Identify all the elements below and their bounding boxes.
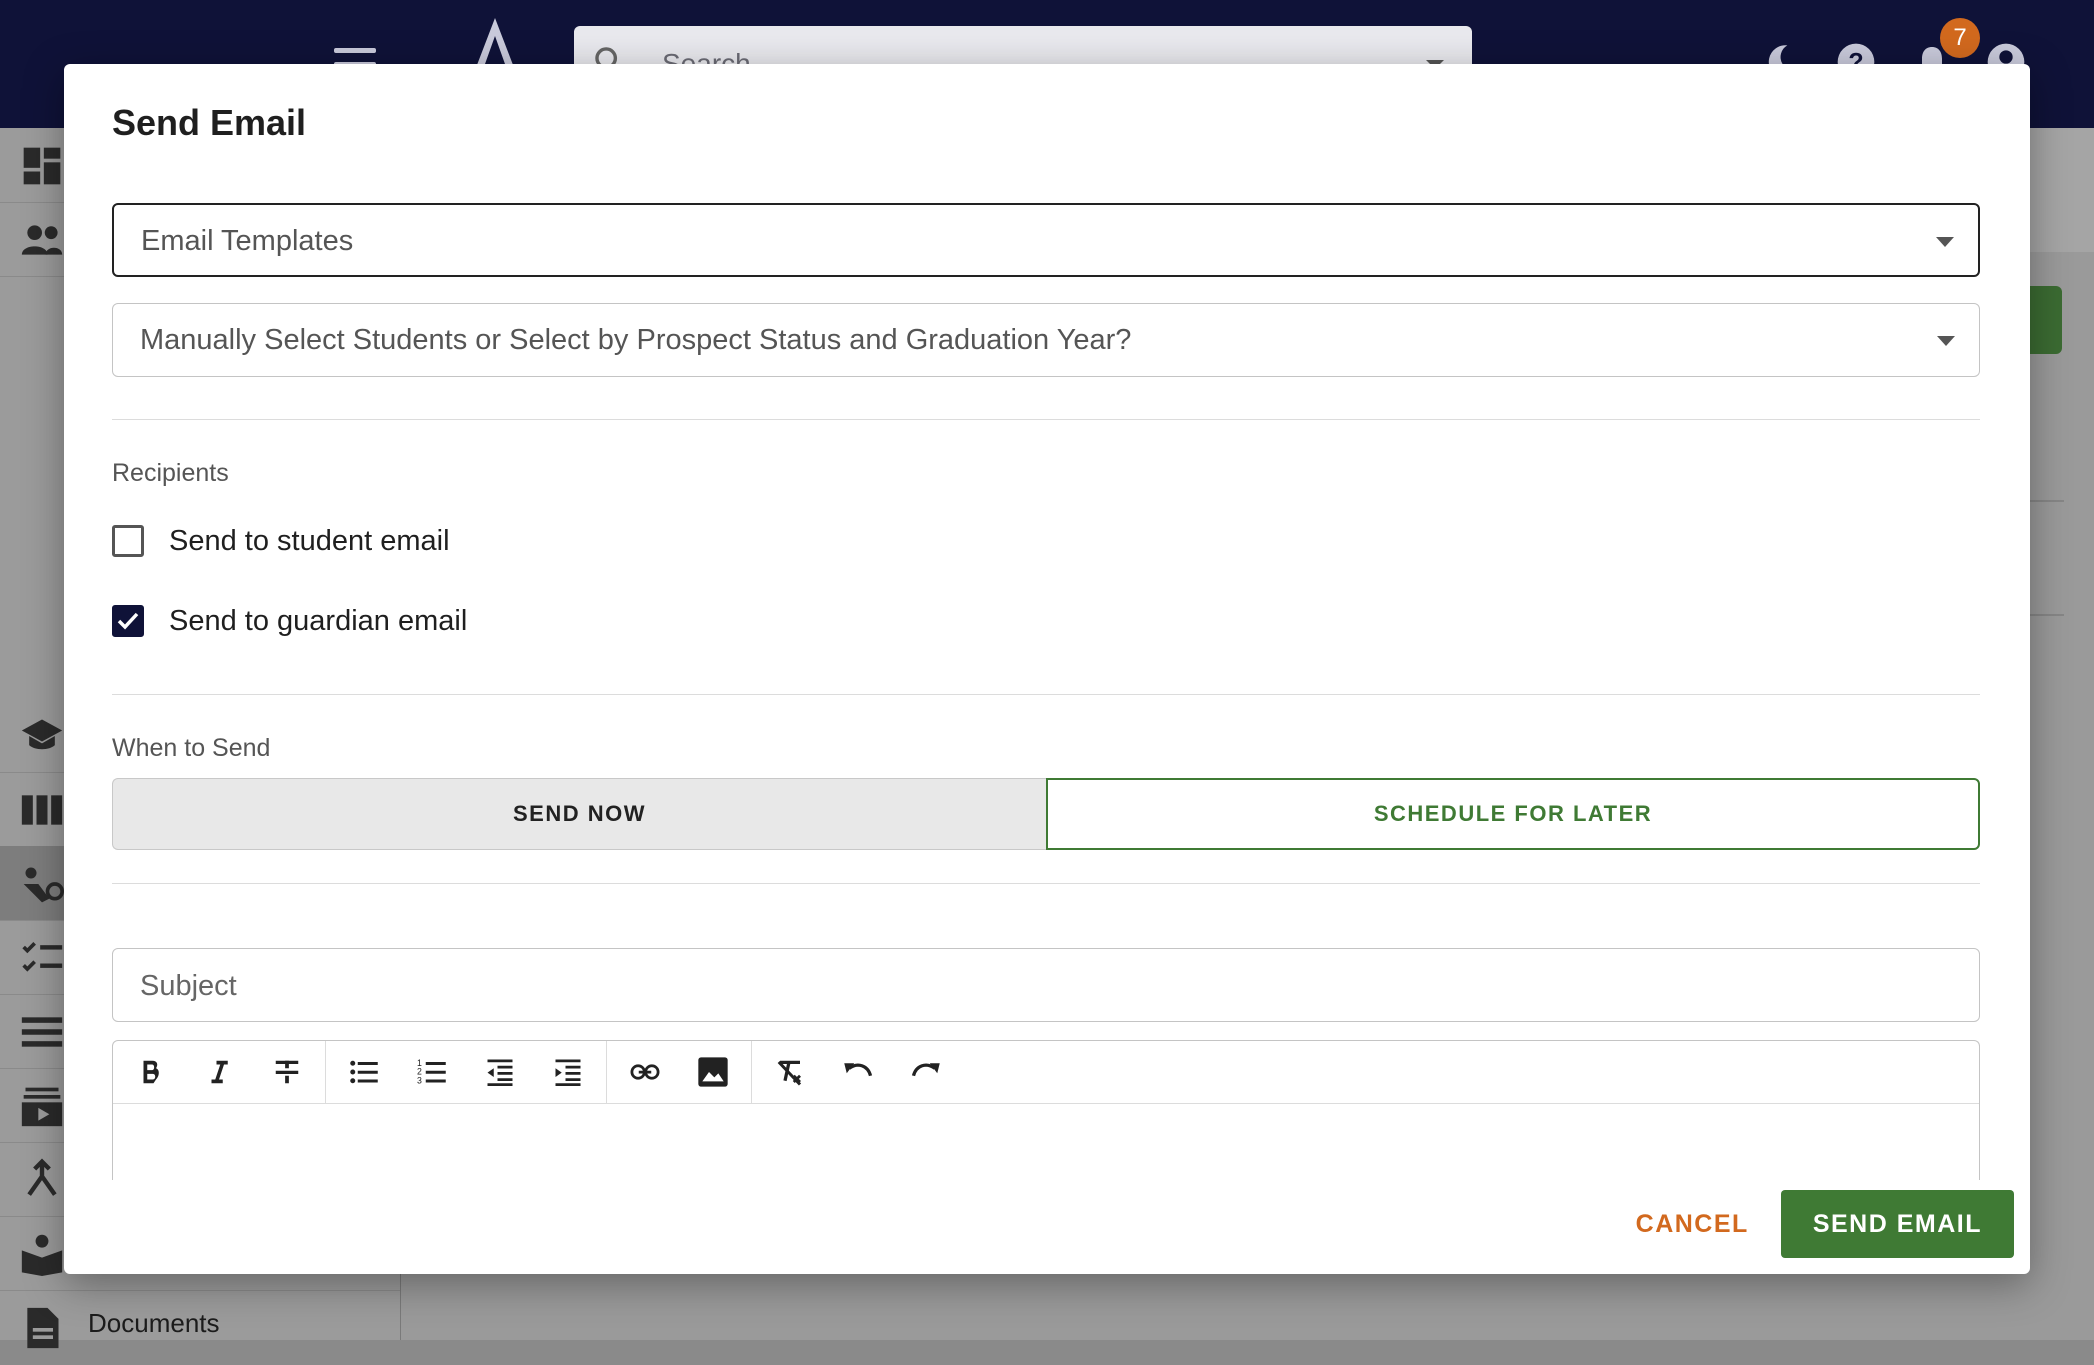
divider: [112, 694, 1980, 695]
subject-field[interactable]: Subject: [112, 948, 1980, 1022]
divider: [112, 883, 1980, 884]
notification-badge: 7: [1940, 18, 1980, 58]
guardian-email-label[interactable]: Send to guardian email: [169, 605, 467, 638]
email-templates-select[interactable]: Email Templates: [112, 203, 1980, 277]
undo-icon[interactable]: [824, 1041, 892, 1103]
editor-toolbar: 123: [113, 1041, 1979, 1104]
divider: [2030, 614, 2064, 616]
chevron-down-icon: [1936, 237, 1954, 247]
indent-icon[interactable]: [534, 1041, 602, 1103]
selection-mode-value: Manually Select Students or Select by Pr…: [140, 324, 1132, 356]
list-icon: [21, 1017, 63, 1047]
student-email-option[interactable]: Send to student email: [112, 521, 450, 561]
sidebar-item-documents[interactable]: Documents: [0, 1290, 400, 1365]
video-library-icon: [21, 1087, 63, 1127]
dialog-actions: CANCEL SEND EMAIL: [1612, 1190, 2014, 1258]
email-templates-value: Email Templates: [141, 225, 354, 257]
dialog-title: Send Email: [112, 102, 307, 143]
guardian-email-checkbox[interactable]: [112, 605, 144, 637]
redo-icon[interactable]: [892, 1041, 960, 1103]
send-now-button[interactable]: SEND NOW: [112, 778, 1046, 850]
send-email-button[interactable]: SEND EMAIL: [1780, 1190, 2014, 1258]
numbered-list-icon[interactable]: 123: [398, 1041, 466, 1103]
schedule-for-later-button[interactable]: SCHEDULE FOR LATER: [1046, 778, 1980, 850]
image-icon[interactable]: [679, 1041, 747, 1103]
divider: [2030, 500, 2064, 502]
cancel-button[interactable]: CANCEL: [1612, 1192, 1773, 1257]
link-icon[interactable]: [611, 1041, 679, 1103]
outdent-icon[interactable]: [466, 1041, 534, 1103]
dashboard-icon: [23, 147, 61, 185]
clear-format-icon[interactable]: [756, 1041, 824, 1103]
columns-icon: [21, 795, 63, 825]
recipients-label: Recipients: [112, 459, 229, 487]
svg-text:3: 3: [417, 1075, 422, 1085]
checklist-icon: [22, 942, 63, 972]
strikethrough-icon[interactable]: [253, 1041, 321, 1103]
book-reader-icon: [21, 1234, 63, 1276]
insert-group: [607, 1041, 752, 1103]
history-group: [752, 1041, 964, 1103]
merge-icon: [27, 1158, 57, 1196]
italic-icon[interactable]: [185, 1041, 253, 1103]
checkmark-icon: [117, 612, 139, 630]
guardian-email-option[interactable]: Send to guardian email: [112, 601, 467, 641]
people-icon: [21, 225, 63, 255]
broadcast-icon: [23, 867, 64, 903]
email-body-editor[interactable]: 123: [112, 1040, 1980, 1180]
bulleted-list-icon[interactable]: [330, 1041, 398, 1103]
graduation-cap-icon: [21, 719, 63, 750]
student-email-label[interactable]: Send to student email: [169, 525, 450, 558]
document-icon: [27, 1307, 59, 1349]
list-group: 123: [326, 1041, 607, 1103]
when-to-send-label: When to Send: [112, 734, 271, 762]
bold-icon[interactable]: [117, 1041, 185, 1103]
sidebar-item-label: Documents: [88, 1308, 220, 1338]
chevron-down-icon: [1937, 336, 1955, 346]
send-email-dialog: Send Email Email Templates Manually Sele…: [64, 64, 2030, 1274]
divider: [112, 419, 1980, 420]
text-style-group: [113, 1041, 326, 1103]
selection-mode-select[interactable]: Manually Select Students or Select by Pr…: [112, 303, 1980, 377]
student-email-checkbox[interactable]: [112, 525, 144, 557]
when-to-send-toggle: SEND NOW SCHEDULE FOR LATER: [112, 778, 1980, 850]
subject-placeholder: Subject: [140, 970, 237, 1002]
